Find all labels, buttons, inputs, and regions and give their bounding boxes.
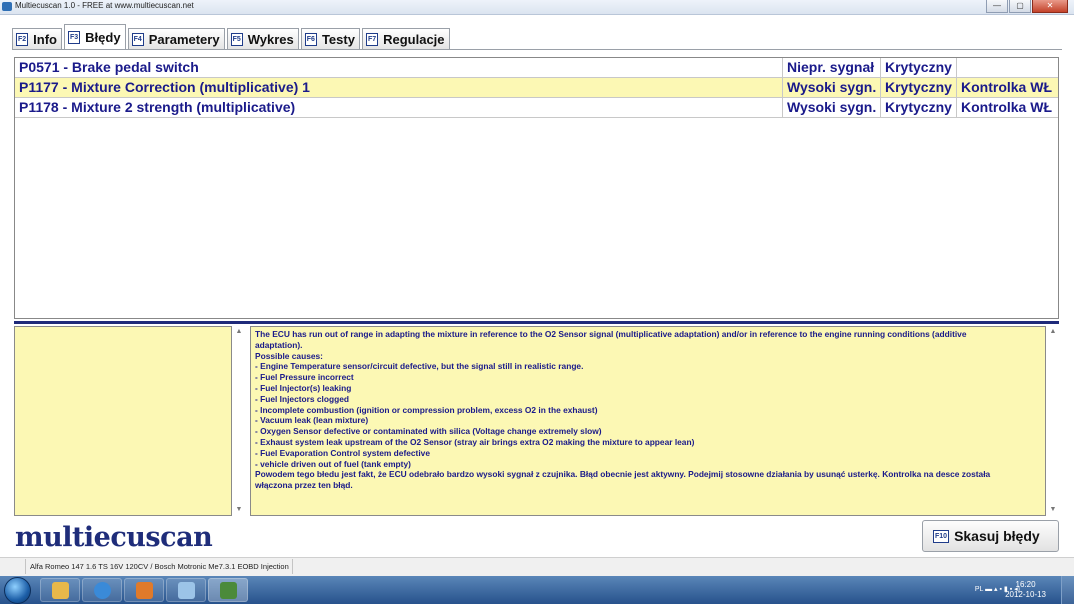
description-line: - Fuel Pressure incorrect <box>255 372 354 383</box>
description-line: - Oxygen Sensor defective or contaminate… <box>255 426 602 437</box>
fkey-badge: F10 <box>933 529 950 543</box>
media-player-icon <box>136 582 153 599</box>
description-line: Powodem tego błedu jest fakt, że ECU ode… <box>255 469 991 480</box>
description-line: - vehicle driven out of fuel (tank empty… <box>255 458 411 469</box>
fkey-badge: F4 <box>131 32 144 46</box>
taskbar-multiecuscan[interactable] <box>208 578 248 602</box>
description-line: The ECU has run out of range in adapting… <box>255 329 967 339</box>
tab-info[interactable]: F2 Info <box>12 28 62 49</box>
scroll-down-icon[interactable]: ▼ <box>233 505 245 515</box>
left-scrollbar[interactable]: ▲ ▼ <box>233 326 245 516</box>
fault-severity: Krytyczny <box>880 58 956 77</box>
fkey-badge: F3 <box>68 30 81 44</box>
fault-description-panel: The ECU has run out of range in adapting… <box>250 326 1046 516</box>
fault-description: P0571 - Brake pedal switch <box>19 59 199 75</box>
fault-severity: Krytyczny <box>880 98 956 117</box>
clock-date: 2012-10-13 <box>1005 590 1046 599</box>
fault-severity: Krytyczny <box>880 78 956 97</box>
tab-wykres[interactable]: F5 Wykres <box>226 28 299 49</box>
language-indicator[interactable]: PL <box>975 586 983 593</box>
scroll-down-icon[interactable]: ▼ <box>1047 505 1059 515</box>
tab-testy[interactable]: F6 Testy <box>300 28 360 49</box>
fault-signal: Wysoki sygn. <box>782 98 880 117</box>
description-line: - Incomplete combustion (ignition or com… <box>255 404 598 415</box>
fault-signal: Niepr. sygnał <box>782 58 880 77</box>
tab-divider <box>12 49 1062 50</box>
description-line: adaptation). <box>255 339 303 350</box>
multiecuscan-icon <box>220 582 237 599</box>
tab-label: Regulacje <box>383 31 445 47</box>
show-desktop-button[interactable] <box>1061 576 1074 604</box>
scroll-up-icon[interactable]: ▲ <box>1047 327 1059 337</box>
clock[interactable]: 16:20 2012-10-13 <box>1005 580 1046 600</box>
tab-bar: F2 Info F3 Błędy F4 Parametery F5 Wykres… <box>12 24 452 49</box>
clock-time: 16:20 <box>1015 580 1036 589</box>
clear-errors-label: Skasuj błędy <box>954 528 1040 544</box>
taskbar-app[interactable] <box>166 578 206 602</box>
description-line: - Fuel Evaporation Control system defect… <box>255 447 430 458</box>
clear-errors-button[interactable]: F10 Skasuj błędy <box>922 520 1059 552</box>
tab-label: Info <box>33 31 57 47</box>
app-icon <box>2 2 12 11</box>
fkey-badge: F5 <box>230 32 243 46</box>
scroll-up-icon[interactable]: ▲ <box>233 327 245 337</box>
tab-regulacje[interactable]: F7 Regulacje <box>361 28 450 49</box>
description-line: włączona przez ten błąd. <box>255 480 353 491</box>
freeze-frame-panel <box>14 326 232 516</box>
fault-lamp <box>956 58 1058 77</box>
fault-code-row-selected[interactable]: P1177 - Mixture Correction (multiplicati… <box>15 78 1058 98</box>
tab-label: Parametery <box>148 31 220 47</box>
fault-signal: Wysoki sygn. <box>782 78 880 97</box>
taskbar: PL ▬ ▴ ▪ ▮ ▪ ◂) 16:20 2012-10-13 <box>0 576 1074 604</box>
multiecuscan-logo: multiecuscan <box>15 522 213 553</box>
description-line: - Engine Temperature sensor/circuit defe… <box>255 361 584 372</box>
status-bar: Alfa Romeo 147 1.6 TS 16V 120CV / Bosch … <box>0 557 1074 576</box>
window-controls: — ▢ ✕ <box>985 0 1068 13</box>
fault-code-row[interactable]: P0571 - Brake pedal switch Niepr. sygnał… <box>15 58 1058 78</box>
panel-separator <box>14 321 1059 324</box>
browser-icon <box>94 582 111 599</box>
tab-label: Testy <box>321 31 355 47</box>
folder-icon <box>52 582 69 599</box>
minimize-button[interactable]: — <box>986 0 1008 13</box>
description-scrollbar[interactable]: ▲ ▼ <box>1047 326 1059 516</box>
start-button[interactable] <box>4 577 31 604</box>
tab-label: Wykres <box>247 31 294 47</box>
fkey-badge: F6 <box>304 32 317 46</box>
fault-description: P1178 - Mixture 2 strength (multiplicati… <box>19 99 296 115</box>
fkey-badge: F7 <box>365 32 379 46</box>
fkey-badge: F2 <box>16 32 29 46</box>
title-bar: Multiecuscan 1.0 - FREE at www.multiecus… <box>0 0 1074 15</box>
taskbar-ie[interactable] <box>82 578 122 602</box>
description-line: - Fuel Injectors clogged <box>255 393 349 404</box>
fault-code-row[interactable]: P1178 - Mixture 2 strength (multiplicati… <box>15 98 1058 118</box>
window-title: Multiecuscan 1.0 - FREE at www.multiecus… <box>15 1 194 10</box>
fault-code-list[interactable]: P0571 - Brake pedal switch Niepr. sygnał… <box>14 57 1059 319</box>
description-line: - Fuel Injector(s) leaking <box>255 382 352 393</box>
taskbar-explorer[interactable] <box>40 578 80 602</box>
tab-parametery[interactable]: F4 Parametery <box>127 28 225 49</box>
fault-lamp: Kontrolka WŁ <box>956 78 1058 97</box>
description-line: Possible causes: <box>255 350 323 361</box>
maximize-button[interactable]: ▢ <box>1009 0 1031 13</box>
fault-lamp: Kontrolka WŁ <box>956 98 1058 117</box>
tab-label: Błędy <box>85 29 121 45</box>
window-icon <box>178 582 195 599</box>
taskbar-media[interactable] <box>124 578 164 602</box>
fault-description: P1177 - Mixture Correction (multiplicati… <box>19 79 310 95</box>
close-button[interactable]: ✕ <box>1032 0 1068 13</box>
vehicle-info: Alfa Romeo 147 1.6 TS 16V 120CV / Bosch … <box>25 559 293 574</box>
tab-bledy[interactable]: F3 Błędy <box>64 24 126 49</box>
description-line: - Vacuum leak (lean mixture) <box>255 415 369 426</box>
description-line: - Exhaust system leak upstream of the O2… <box>255 436 695 447</box>
